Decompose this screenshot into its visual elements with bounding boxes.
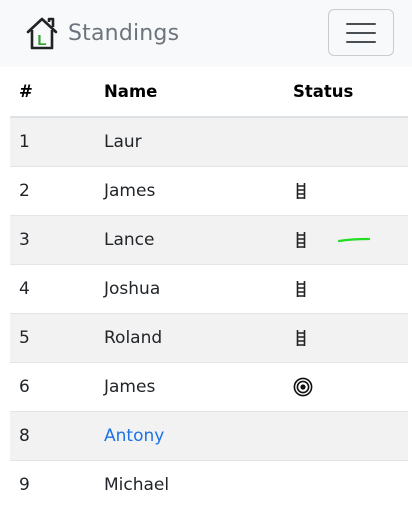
rank-cell: 2 — [10, 166, 95, 216]
player-name-cell: Joshua — [95, 264, 284, 314]
ladder-icon — [293, 280, 307, 298]
hamburger-icon — [346, 31, 376, 34]
player-name-cell: Laur — [95, 116, 284, 167]
status-cell — [284, 313, 408, 363]
rank-cell: 5 — [10, 313, 95, 363]
table-row: 5 Roland — [10, 313, 408, 363]
rank-cell: 1 — [10, 116, 95, 167]
player-name-cell: James — [95, 166, 284, 216]
status-cell — [284, 460, 408, 509]
status-cell — [284, 362, 408, 412]
status-cell — [284, 166, 408, 216]
status-cell — [284, 116, 408, 167]
standings-table: # Name Status 1 Laur 2 James 3 Lance 4 Joshua 5 R… — [10, 67, 408, 509]
green-dash-icon — [307, 236, 371, 244]
status-cell — [284, 264, 408, 314]
header-status: Status — [284, 67, 408, 118]
table-header-row: # Name Status — [10, 67, 408, 118]
rank-cell: 9 — [10, 460, 95, 509]
player-name-cell: Michael — [95, 460, 284, 509]
table-row: 1 Laur — [10, 116, 408, 167]
rank-cell: 6 — [10, 362, 95, 412]
player-name-link[interactable]: Antony — [95, 411, 284, 461]
table-row: 9 Michael — [10, 460, 408, 509]
ladder-icon — [293, 231, 307, 249]
rank-cell: 3 — [10, 215, 95, 265]
table-row: 6 James — [10, 362, 408, 412]
player-name-cell: Lance — [95, 215, 284, 265]
navbar: L Standings — [0, 0, 412, 67]
logo-letter: L — [37, 32, 46, 49]
status-cell — [284, 411, 408, 461]
brand[interactable]: L Standings — [24, 14, 179, 52]
rank-cell: 4 — [10, 264, 95, 314]
home-icon: L — [26, 17, 58, 50]
target-icon — [293, 377, 313, 397]
table-row: 2 James — [10, 166, 408, 216]
hamburger-icon — [346, 22, 376, 25]
ladder-icon — [293, 329, 307, 347]
menu-toggle-button[interactable] — [328, 9, 394, 56]
table-row: 3 Lance — [10, 215, 408, 265]
hamburger-icon — [346, 40, 376, 43]
ladder-icon — [293, 182, 307, 200]
player-name-cell: James — [95, 362, 284, 412]
page-title: Standings — [68, 20, 180, 46]
header-rank: # — [10, 67, 95, 118]
table-row: 8 Antony — [10, 411, 408, 461]
header-name: Name — [95, 67, 284, 118]
table-row: 4 Joshua — [10, 264, 408, 314]
rank-cell: 8 — [10, 411, 95, 461]
status-cell — [284, 215, 408, 265]
player-name-cell: Roland — [95, 313, 284, 363]
